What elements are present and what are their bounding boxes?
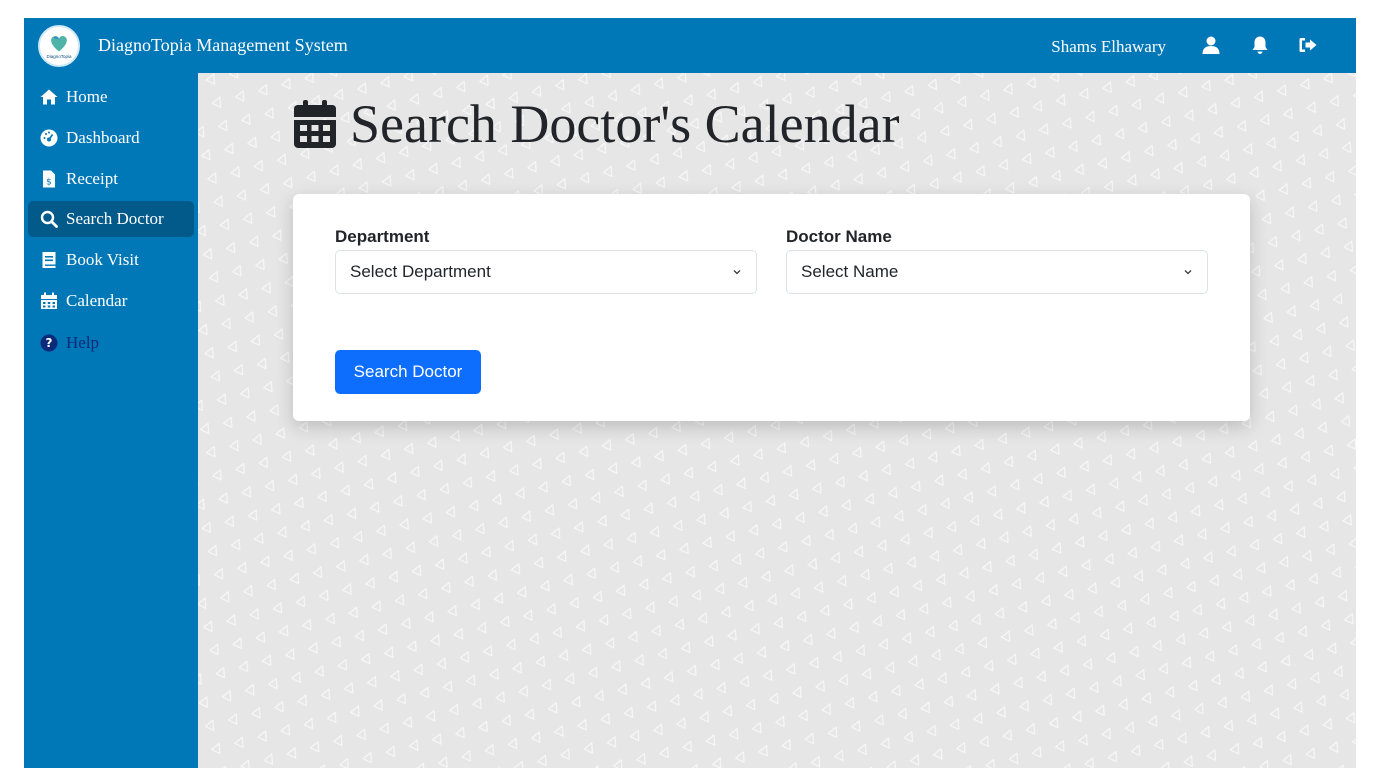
sidebar-item-label: Home bbox=[66, 87, 108, 106]
sidebar-item-calendar[interactable]: Calendar bbox=[28, 283, 194, 319]
app-title: DiagnoTopia Management System bbox=[98, 35, 348, 55]
logout-icon[interactable] bbox=[1298, 35, 1318, 55]
chevron-down-icon bbox=[732, 267, 742, 277]
sidebar-item-search-doctor[interactable]: Search Doctor bbox=[28, 201, 194, 237]
book-icon bbox=[40, 251, 58, 269]
sidebar-item-label: Calendar bbox=[66, 291, 128, 310]
page-title-text: Search Doctor's Calendar bbox=[350, 94, 900, 154]
top-navbar: DiagnoTopia DiagnoTopia Management Syste… bbox=[24, 18, 1356, 73]
sidebar-item-receipt[interactable]: $ Receipt bbox=[28, 161, 194, 197]
doctor-name-select-value: Select Name bbox=[801, 262, 899, 281]
calendar-icon bbox=[294, 100, 336, 148]
main-content: Search Doctor's Calendar Department Sele… bbox=[198, 73, 1356, 768]
sidebar-item-label: Dashboard bbox=[66, 128, 140, 147]
chevron-down-icon bbox=[1183, 267, 1193, 277]
sidebar-item-home[interactable]: Home bbox=[28, 79, 194, 115]
calendar-icon bbox=[40, 292, 58, 310]
user-name[interactable]: Shams Elhawary bbox=[1051, 37, 1166, 57]
app-logo[interactable]: DiagnoTopia bbox=[38, 25, 80, 67]
sidebar-item-label: Help bbox=[66, 333, 100, 352]
sidebar-item-help[interactable]: ? Help bbox=[28, 325, 194, 361]
sidebar-item-label: Book Visit bbox=[66, 250, 139, 269]
search-doctor-button[interactable]: Search Doctor bbox=[335, 350, 481, 394]
help-icon: ? bbox=[40, 334, 58, 352]
search-form-card: Department Select Department Doctor Name… bbox=[293, 194, 1250, 421]
home-icon bbox=[40, 88, 58, 106]
svg-text:?: ? bbox=[46, 336, 53, 350]
logo-text: DiagnoTopia bbox=[46, 54, 72, 59]
user-icon[interactable] bbox=[1201, 35, 1221, 55]
doctor-name-select[interactable]: Select Name bbox=[786, 250, 1208, 294]
sidebar-item-dashboard[interactable]: Dashboard bbox=[28, 120, 194, 156]
sidebar-item-label: Search Doctor bbox=[66, 209, 164, 228]
page-title: Search Doctor's Calendar bbox=[294, 93, 900, 155]
logo-graphic: DiagnoTopia bbox=[40, 27, 78, 65]
sidebar: Home Dashboard $ Receipt Search Doctor B… bbox=[24, 73, 198, 768]
department-label: Department bbox=[335, 227, 430, 246]
doctor-name-label: Doctor Name bbox=[786, 227, 892, 246]
app-frame: DiagnoTopia DiagnoTopia Management Syste… bbox=[24, 18, 1356, 768]
dashboard-icon bbox=[40, 129, 58, 147]
svg-text:$: $ bbox=[46, 178, 52, 188]
sidebar-item-book-visit[interactable]: Book Visit bbox=[28, 242, 194, 278]
bell-icon[interactable] bbox=[1250, 35, 1270, 55]
receipt-icon: $ bbox=[40, 170, 58, 188]
search-icon bbox=[40, 210, 58, 228]
department-select-value: Select Department bbox=[350, 262, 491, 281]
department-select[interactable]: Select Department bbox=[335, 250, 757, 294]
sidebar-item-label: Receipt bbox=[66, 169, 118, 188]
